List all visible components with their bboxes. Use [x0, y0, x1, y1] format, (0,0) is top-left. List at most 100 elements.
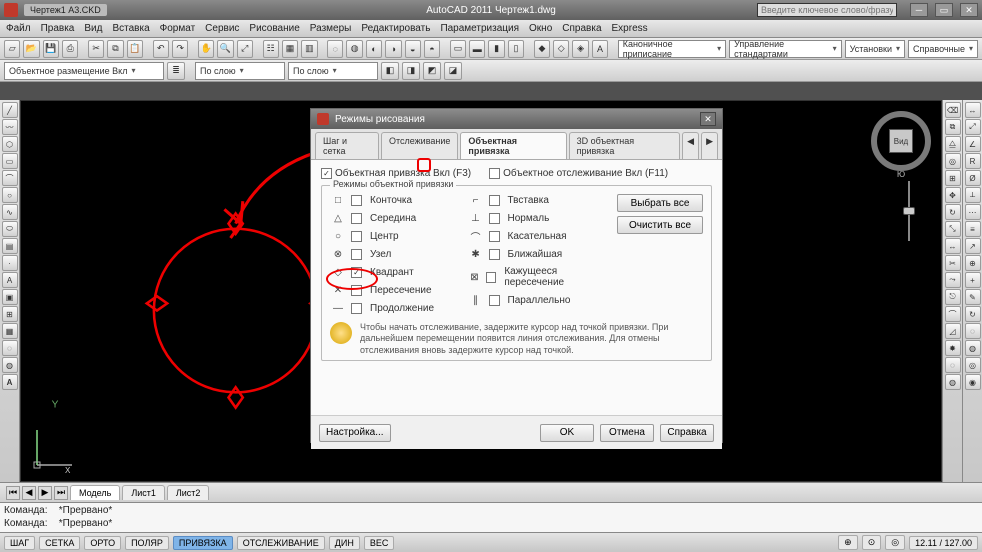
center-mark-icon[interactable]: + [965, 272, 981, 288]
status-grid[interactable]: СЕТКА [39, 536, 80, 550]
spline-icon[interactable]: ∿ [2, 204, 18, 220]
erase-icon[interactable]: ⌫ [945, 102, 961, 118]
zoom-icon[interactable]: 🔍 [217, 40, 233, 58]
tool-icon[interactable]: A [592, 40, 608, 58]
trim-icon[interactable]: ✂ [945, 255, 961, 271]
dim-continue-icon[interactable]: ⋯ [965, 204, 981, 220]
sheet-tab-model[interactable]: Модель [70, 485, 120, 500]
tool-icon[interactable]: ▬ [469, 40, 485, 58]
dropdown-anno[interactable]: Установки▾ [845, 40, 905, 58]
tool-icon[interactable]: ▮ [488, 40, 504, 58]
tab-osnap[interactable]: Объектная привязка [460, 132, 566, 159]
menu-item[interactable]: Вид [84, 23, 102, 34]
tool-icon[interactable]: ◆ [534, 40, 550, 58]
dim-aligned-icon[interactable]: ⤢ [965, 119, 981, 135]
tool-icon[interactable]: ◩ [423, 62, 441, 80]
menu-item[interactable]: Формат [160, 23, 196, 34]
menu-item[interactable]: Справка [562, 23, 601, 34]
viewcube[interactable]: Вид Ю [867, 107, 935, 175]
save-icon[interactable]: 💾 [43, 40, 59, 58]
status-ortho[interactable]: ОРТО [84, 536, 121, 550]
cancel-button[interactable]: Отмена [600, 424, 654, 442]
sheet-nav-last[interactable]: ⏭ [54, 486, 68, 500]
tool-icon[interactable]: ◌ [945, 357, 961, 373]
array-icon[interactable]: ⊞ [945, 170, 961, 186]
status-otrack[interactable]: ОТСЛЕЖИВАНИЕ [237, 536, 325, 550]
mirror-icon[interactable]: ⧋ [945, 136, 961, 152]
tool-icon[interactable]: ◌ [2, 340, 18, 356]
zoom-extents-icon[interactable]: ⤢ [237, 40, 253, 58]
dim-diameter-icon[interactable]: Ø [965, 170, 981, 186]
point-icon[interactable]: · [2, 255, 18, 271]
circle-icon[interactable]: ○ [2, 187, 18, 203]
clear-all-button[interactable]: Очистить все [617, 216, 703, 234]
polyline-icon[interactable]: 〰 [2, 119, 18, 135]
maximize-button[interactable]: ▭ [935, 3, 953, 17]
tool-palettes-icon[interactable]: ▥ [301, 40, 317, 58]
block-icon[interactable]: ▣ [2, 289, 18, 305]
tool-icon[interactable]: ◒ [405, 40, 421, 58]
leader-icon[interactable]: ↗ [965, 238, 981, 254]
text-icon[interactable]: A [2, 272, 18, 288]
break-icon[interactable]: ⎋ [945, 289, 961, 305]
rectangle-icon[interactable]: ▭ [2, 153, 18, 169]
dim-linear-icon[interactable]: ↔ [965, 102, 981, 118]
explode-icon[interactable]: ✸ [945, 340, 961, 356]
tool-icon[interactable]: ◎ [965, 357, 981, 373]
stretch-icon[interactable]: ↔ [945, 238, 961, 254]
cut-icon[interactable]: ✂ [88, 40, 104, 58]
new-icon[interactable]: ▱ [4, 40, 20, 58]
tool-icon[interactable]: ◐ [366, 40, 382, 58]
dim-ordinate-icon[interactable]: ⟂ [965, 187, 981, 203]
status-tool-icon[interactable]: ⊙ [862, 535, 882, 550]
dim-baseline-icon[interactable]: ≡ [965, 221, 981, 237]
dropdown-anno[interactable]: Справочные▾ [908, 40, 978, 58]
print-icon[interactable]: ⎙ [62, 40, 78, 58]
dim-edit-icon[interactable]: ✎ [965, 289, 981, 305]
snap-insertion[interactable]: ⌐Твставка [468, 194, 605, 206]
polygon-icon[interactable]: ⬡ [2, 136, 18, 152]
status-dyn[interactable]: ДИН [329, 536, 360, 550]
tool-icon[interactable]: ◉ [965, 374, 981, 390]
color-dropdown[interactable]: По слою▾ [195, 62, 285, 80]
extend-icon[interactable]: ⤳ [945, 272, 961, 288]
tool-icon[interactable]: ▯ [508, 40, 524, 58]
arc-icon[interactable]: ⌒ [2, 170, 18, 186]
viewcube-face[interactable]: Вид [889, 129, 913, 153]
offset-icon[interactable]: ◎ [945, 153, 961, 169]
text-multi-icon[interactable]: A [2, 374, 18, 390]
fillet-icon[interactable]: ⌒ [945, 306, 961, 322]
hatch-icon[interactable]: ▤ [2, 238, 18, 254]
menu-item[interactable]: Файл [6, 23, 31, 34]
snap-node[interactable]: ⊗Узел [330, 248, 456, 260]
dim-angular-icon[interactable]: ∠ [965, 136, 981, 152]
menu-item[interactable]: Редактировать [361, 23, 430, 34]
status-tool-icon[interactable]: ⊕ [838, 535, 858, 550]
osnap-enable-checkbox[interactable]: Объектная привязка Вкл (F3) [321, 168, 471, 179]
dropdown-anno[interactable]: Управление стандартами▾ [729, 40, 842, 58]
options-button[interactable]: Настройка... [319, 424, 391, 442]
tool-icon[interactable]: ◧ [381, 62, 399, 80]
status-lwt[interactable]: ВЕС [364, 536, 395, 550]
line-icon[interactable]: ╱ [2, 102, 18, 118]
tab-scroll-right[interactable]: ▶ [701, 132, 718, 159]
status-polar[interactable]: ПОЛЯР [125, 536, 169, 550]
tool-icon[interactable]: ▭ [450, 40, 466, 58]
help-button[interactable]: Справка [660, 424, 714, 442]
tab-snap-grid[interactable]: Шаг и сетка [315, 132, 379, 159]
rotate-icon[interactable]: ↻ [945, 204, 961, 220]
region-icon[interactable]: ▦ [2, 323, 18, 339]
sheet-tab-layout2[interactable]: Лист2 [167, 485, 210, 500]
snap-perpendicular[interactable]: ⊥Нормаль [468, 212, 605, 224]
snap-center[interactable]: ○Центр [330, 230, 456, 242]
paste-icon[interactable]: 📋 [127, 40, 143, 58]
snap-extension[interactable]: —Продолжение [330, 302, 456, 314]
menu-item[interactable]: Express [612, 23, 648, 34]
tolerance-icon[interactable]: ⊕ [965, 255, 981, 271]
dim-update-icon[interactable]: ↻ [965, 306, 981, 322]
dim-radius-icon[interactable]: R [965, 153, 981, 169]
menu-item[interactable]: Параметризация [440, 23, 519, 34]
menu-item[interactable]: Размеры [310, 23, 352, 34]
copy-icon[interactable]: ⧉ [107, 40, 123, 58]
redo-icon[interactable]: ↷ [172, 40, 188, 58]
